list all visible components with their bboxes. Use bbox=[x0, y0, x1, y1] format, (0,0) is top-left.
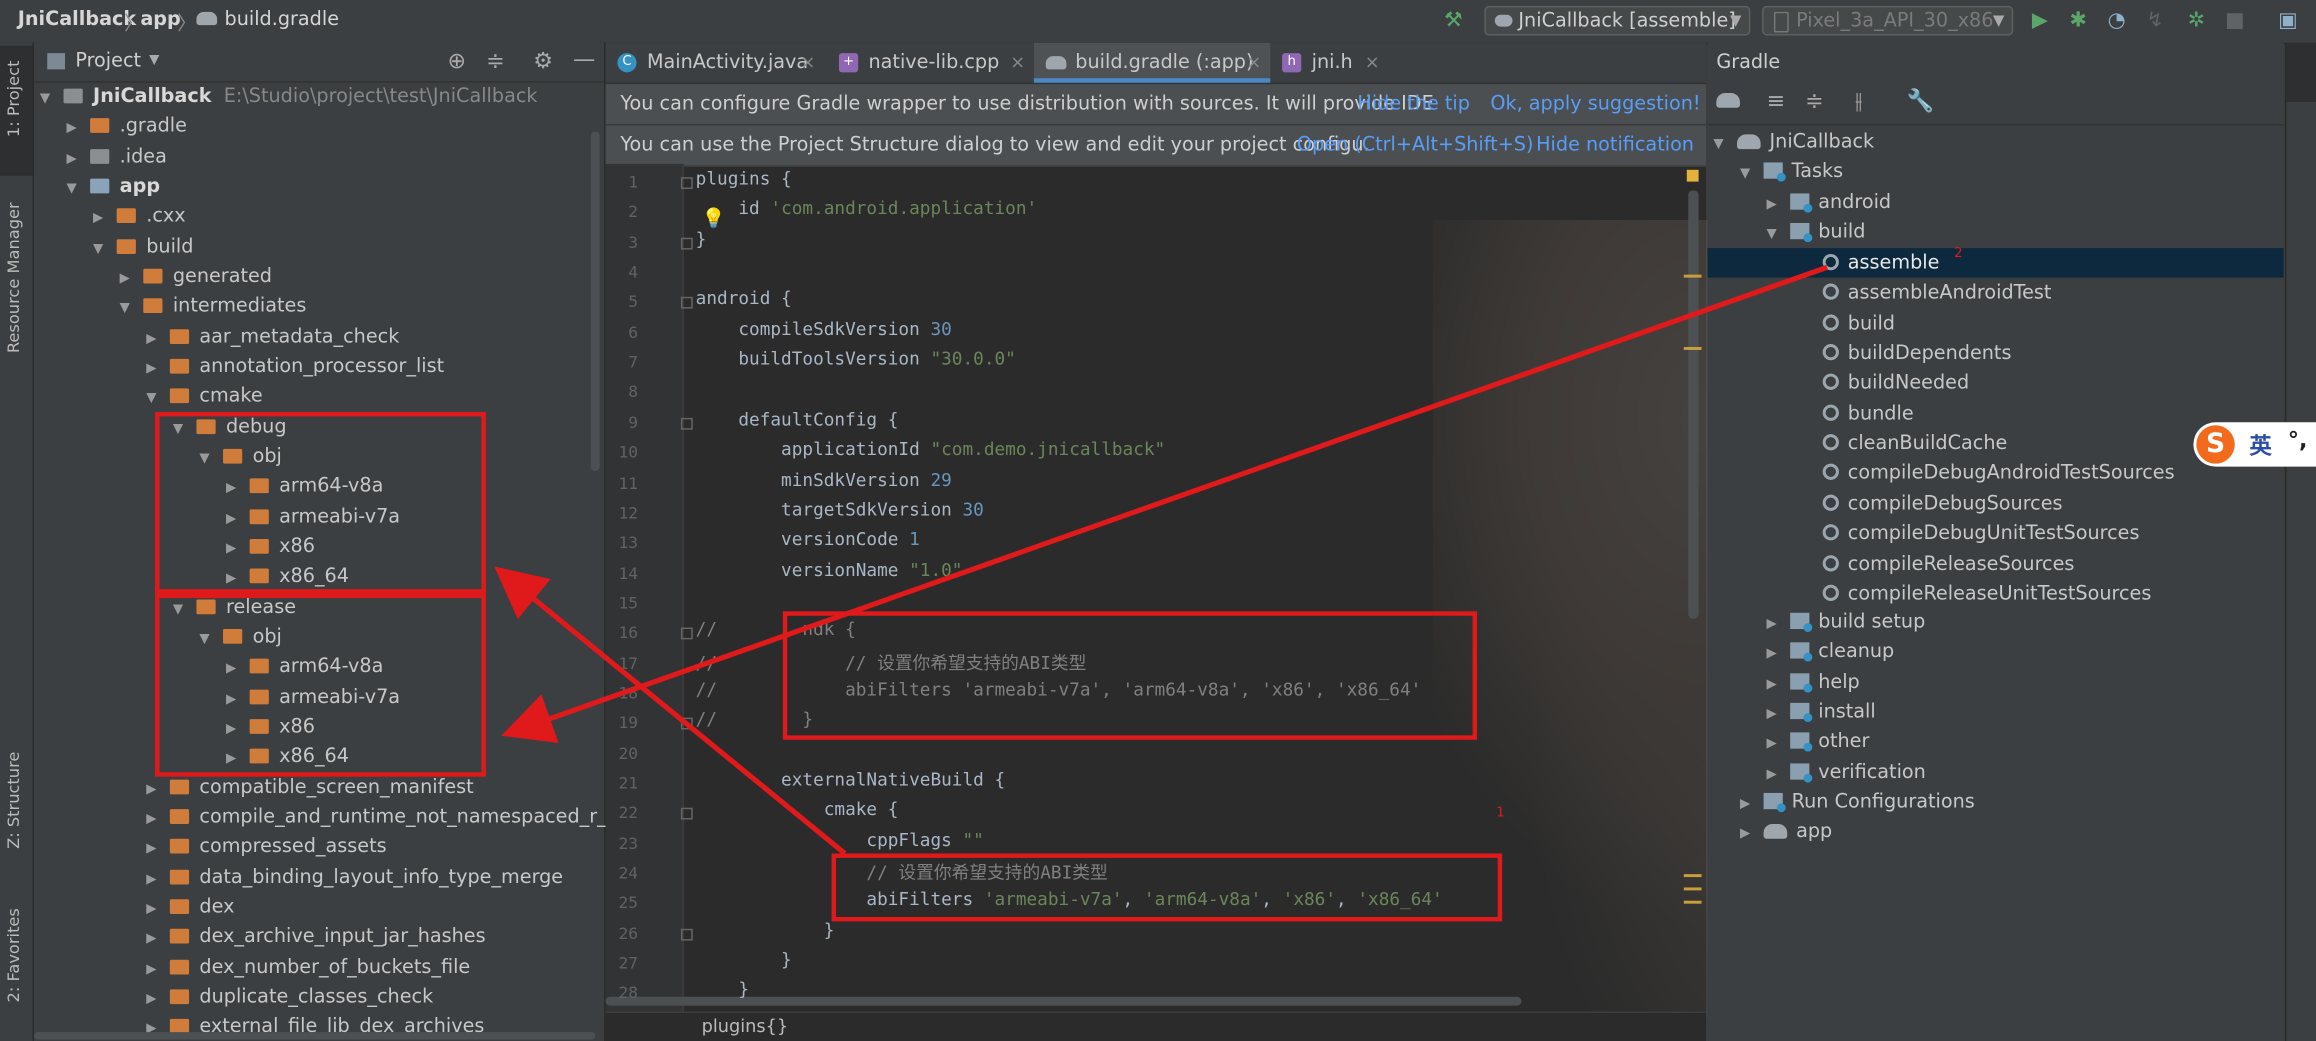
ime-mode[interactable]: 英 bbox=[2250, 430, 2272, 461]
ime-punct[interactable]: °, bbox=[2288, 427, 2308, 454]
annotation-marker: 1 bbox=[1496, 806, 1505, 821]
annotation-marker: 2 bbox=[1954, 246, 1963, 262]
arrow-assemble-to-release bbox=[501, 264, 1828, 743]
annotation-arrows bbox=[494, 264, 1828, 856]
ime-toolbar[interactable]: S 英 °, bbox=[2193, 422, 2316, 467]
arrow-cmake-to-debug bbox=[494, 566, 847, 856]
ime-logo-icon: S bbox=[2196, 425, 2235, 464]
